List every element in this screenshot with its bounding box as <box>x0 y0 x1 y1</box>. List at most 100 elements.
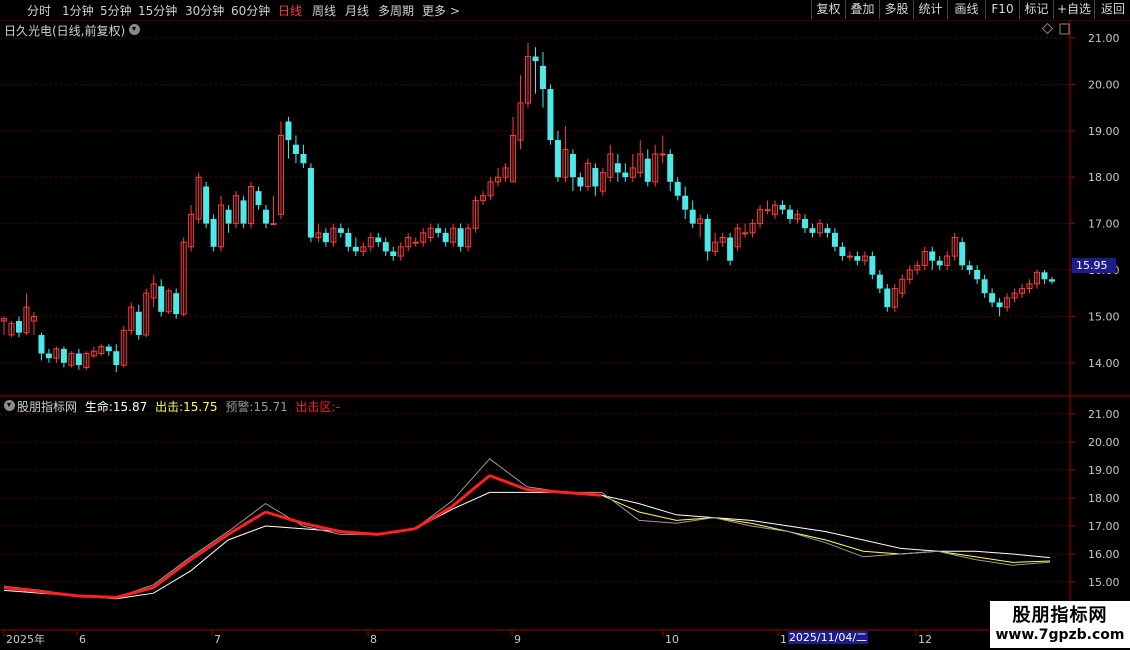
zone-label: 出击区: <box>295 400 336 414</box>
candle-body <box>809 228 816 233</box>
watermark-url: www.7gpzb.com <box>990 626 1130 648</box>
x-tick-label: 7 <box>214 633 221 646</box>
candle-body <box>375 237 382 243</box>
life-value: 15.87 <box>112 400 148 414</box>
candle-body <box>824 228 831 233</box>
candle-body <box>45 353 52 359</box>
candle-body <box>577 177 584 187</box>
candle-body <box>764 209 771 212</box>
exit-zone-segment <box>377 527 416 536</box>
zone-value: - <box>335 400 340 414</box>
candle-body <box>435 228 442 233</box>
candle-body <box>15 321 22 333</box>
candle-body <box>457 228 464 247</box>
candle-body <box>779 205 786 210</box>
candle-body <box>255 191 262 206</box>
title-dropdown-icon[interactable] <box>129 24 140 35</box>
candle-body <box>225 209 232 224</box>
exit-value: 15.75 <box>183 400 218 414</box>
candle-body <box>1049 279 1055 282</box>
candle-body <box>989 293 996 303</box>
candle-body <box>876 274 883 289</box>
candle-body <box>689 209 696 224</box>
candle-body <box>974 270 981 280</box>
stock-title-text: 日久光电(日线,前复权) <box>4 24 126 38</box>
x-tick-label: 10 <box>665 633 679 646</box>
candle-body <box>547 89 554 141</box>
candle-body <box>240 200 247 224</box>
candle-body <box>592 167 599 187</box>
candle-body <box>569 154 576 178</box>
current-price-tag: 15.95 <box>1072 258 1116 273</box>
candle-body <box>539 65 546 90</box>
y-tick-label: 19.00 <box>1088 125 1120 138</box>
candle-body <box>659 153 666 156</box>
y-tick-label: 19.00 <box>1088 464 1120 477</box>
x-tick-label: 6 <box>79 633 86 646</box>
panel-toggle-icon <box>1059 23 1070 35</box>
candle-body <box>263 209 269 224</box>
candle-body <box>787 209 793 219</box>
candle-body <box>105 346 112 352</box>
y-tick-label: 21.00 <box>1088 32 1120 45</box>
y-tick-label: 20.00 <box>1088 436 1120 449</box>
candle-body <box>442 232 449 243</box>
candle-body <box>1041 272 1048 280</box>
candle-body <box>382 242 389 252</box>
y-tick-label: 17.00 <box>1088 520 1120 533</box>
candle-body <box>644 158 651 182</box>
y-tick-label: 21.00 <box>1088 408 1120 421</box>
candle-body <box>682 195 689 210</box>
stock-title[interactable]: 日久光电(日线,前复权) <box>4 22 125 39</box>
candle-body <box>981 279 988 294</box>
kline-chart-area[interactable]: 21.00 20.00 19.00 18.00 17.00 16.00 15.00 14.00… <box>0 0 1130 650</box>
candle-body <box>203 186 210 224</box>
candle-body <box>614 163 621 173</box>
life-label: 生命: <box>84 400 113 414</box>
warn-value: 15.71 <box>253 400 288 414</box>
candle-body <box>831 232 838 247</box>
candle-body <box>322 232 329 243</box>
x-tick-label: 2025年 <box>6 632 45 646</box>
candle-body <box>390 251 397 257</box>
candle-body <box>75 353 82 366</box>
y-tick-label: 17.00 <box>1088 218 1120 231</box>
candle-body <box>300 154 307 164</box>
candle-body <box>412 241 419 244</box>
candle-body <box>742 232 749 235</box>
candle-body <box>801 218 808 229</box>
candle-body <box>210 218 217 247</box>
candle-body <box>884 288 891 308</box>
candle-body <box>352 246 359 252</box>
candle-body <box>113 351 120 366</box>
candle-body <box>929 251 936 261</box>
exit-label: 出击: <box>155 400 184 414</box>
exit-zone-segment <box>41 590 79 598</box>
candle-body <box>285 121 292 141</box>
indicator-dropdown-icon[interactable] <box>4 400 15 411</box>
candle-body <box>554 140 561 178</box>
candle-body <box>60 348 67 363</box>
candle-body <box>307 167 314 238</box>
x-tick-label: 1 <box>780 633 787 646</box>
indicator-warn-line <box>3 458 1051 598</box>
candle-body <box>959 242 966 266</box>
exit-zone-segment <box>265 510 304 525</box>
x-tick-label: 12 <box>918 633 932 646</box>
diamond-icon <box>1041 22 1054 35</box>
cursor-date-tag: 2025/11/04/二 <box>788 631 868 644</box>
candle-body <box>936 260 943 266</box>
candle-body <box>996 302 1003 308</box>
candle-body <box>622 172 629 178</box>
indicator-header: 股朋指标网 生命:15.87 出击:15.75 预警:15.71 出击区:- <box>17 398 340 415</box>
candle-body <box>674 181 681 196</box>
candle-body <box>345 232 352 247</box>
candle-body <box>846 255 853 258</box>
y-tick-label: 15.00 <box>1088 310 1120 323</box>
candle-body <box>158 286 165 312</box>
candle-body <box>667 154 674 182</box>
y-tick-label: 15.00 <box>1088 576 1120 589</box>
candle-body <box>854 256 861 261</box>
x-tick-label: 9 <box>514 633 521 646</box>
candle-body <box>173 293 180 315</box>
